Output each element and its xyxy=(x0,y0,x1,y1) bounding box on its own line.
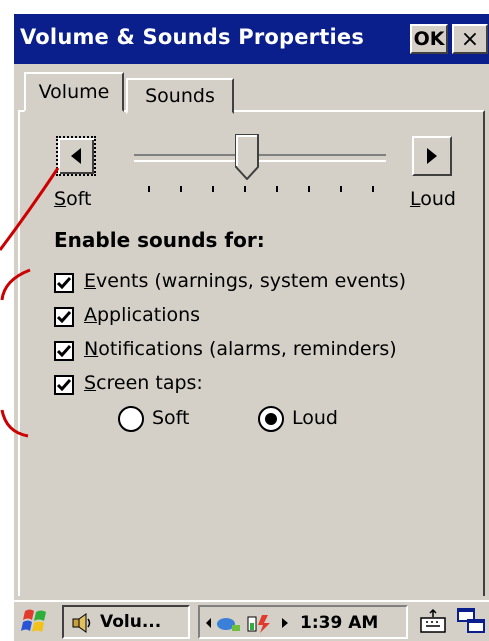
windows-icon xyxy=(457,608,485,633)
title-bar: Volume & Sounds Properties OK × xyxy=(14,14,489,64)
applications-label[interactable]: Applications xyxy=(84,304,200,326)
volume-slider-thumb[interactable] xyxy=(235,134,260,180)
volume-tick xyxy=(340,186,342,192)
screen-taps-loud-label[interactable]: Loud xyxy=(292,407,338,429)
volume-decrease-button[interactable] xyxy=(56,136,96,176)
loud-label: Loud xyxy=(410,188,456,210)
volume-tick xyxy=(212,186,214,192)
annotation-line xyxy=(0,167,60,251)
volume-tick xyxy=(180,186,182,192)
system-tray: 1:39 AM xyxy=(198,605,408,639)
volume-tick xyxy=(244,186,246,192)
keyboard-icon xyxy=(420,608,446,633)
power-icon xyxy=(258,615,270,633)
dialog-client-area: Volume Sounds Soft Loud Enable sounds fo… xyxy=(14,64,489,600)
keyboard-button[interactable] xyxy=(418,606,448,636)
screen-taps-soft-radio[interactable] xyxy=(118,406,144,432)
notifications-label[interactable]: Notifications (alarms, reminders) xyxy=(84,338,397,360)
volume-tick xyxy=(148,186,150,192)
taskbar-volume-task[interactable]: Volu... xyxy=(62,605,190,639)
screen-taps-soft-label[interactable]: Soft xyxy=(152,407,190,429)
left-arrow-icon xyxy=(71,148,81,164)
events-label[interactable]: Events (warnings, system events) xyxy=(84,270,406,292)
tab-sounds-label: Sounds xyxy=(145,85,215,107)
desktop-windows-button[interactable] xyxy=(456,606,486,636)
tab-sounds[interactable]: Sounds xyxy=(126,78,234,114)
speaker-icon xyxy=(70,611,94,635)
annotation-arc-bottom xyxy=(0,409,29,438)
tray-icons xyxy=(206,615,288,633)
clock: 1:39 AM xyxy=(300,613,379,633)
tab-volume[interactable]: Volume xyxy=(24,72,124,112)
screen-taps-loud-radio[interactable] xyxy=(258,406,284,432)
tray-left-arrow-icon xyxy=(206,618,211,628)
volume-increase-button[interactable] xyxy=(412,136,452,176)
right-arrow-icon xyxy=(427,148,437,164)
tab-volume-label: Volume xyxy=(38,81,110,103)
ok-button[interactable]: OK xyxy=(410,24,448,54)
slider-thumb-icon xyxy=(235,134,260,180)
annotation-arc-top xyxy=(0,268,31,301)
volume-slider-track[interactable] xyxy=(134,154,386,162)
taskbar: Volu... 1:39 AM xyxy=(14,600,489,641)
window-title: Volume & Sounds Properties xyxy=(20,25,365,49)
volume-tick xyxy=(372,186,374,192)
close-button[interactable]: × xyxy=(452,24,488,54)
enable-sounds-heading: Enable sounds for: xyxy=(54,228,265,252)
taskbar-task-label: Volu... xyxy=(100,612,162,632)
screen-taps-label[interactable]: Screen taps: xyxy=(84,372,203,394)
volume-tick xyxy=(276,186,278,192)
tray-right-arrow-icon xyxy=(282,618,288,628)
volume-tick xyxy=(308,186,310,192)
